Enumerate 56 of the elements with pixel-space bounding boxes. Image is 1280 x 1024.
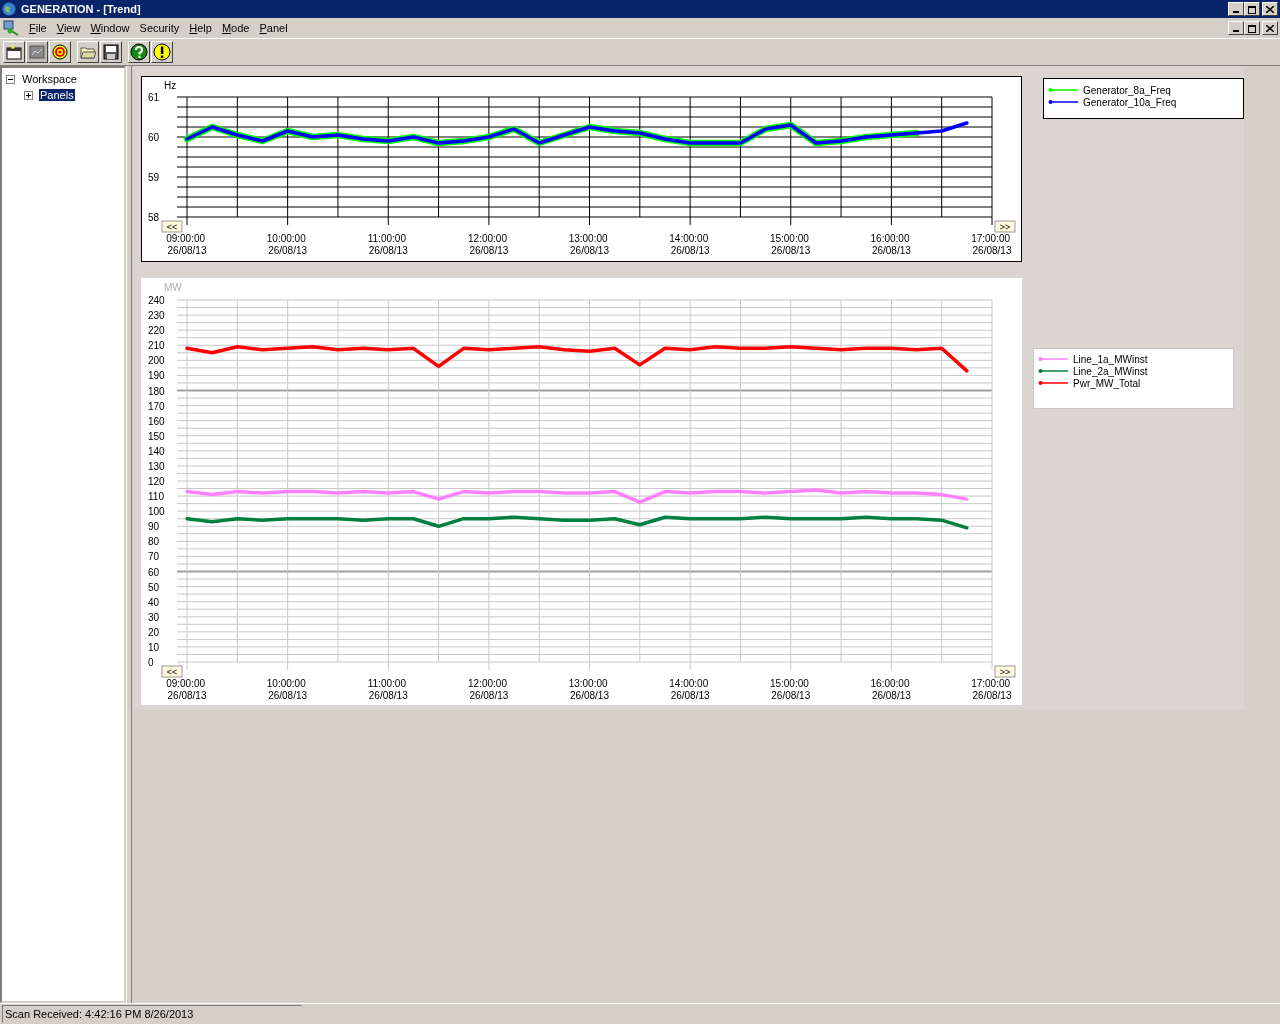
y-tick-label: 200 [148,355,165,367]
y-tick-label: 80 [148,536,160,548]
y-tick-label: 210 [148,340,165,352]
x-tick-label: 11:00:00 26/08/13 [367,678,408,701]
x-tick-label: 16:00:00 26/08/13 [870,233,911,256]
y-tick-label: 59 [148,172,160,183]
x-tick-label: 15:00:00 26/08/13 [769,233,811,256]
x-tick-label: 12:00:00 26/08/13 [468,233,509,256]
x-tick-label: 13:00:00 26/08/13 [568,233,609,256]
x-tick-label: 17:00:00 26/08/13 [971,233,1012,256]
legend-label: Generator_10a_Freq [1083,96,1177,108]
y-tick-label: 100 [148,506,165,518]
y-axis-unit: Hz [164,80,177,91]
y-tick-label: 220 [148,325,165,337]
y-tick-label: 61 [148,92,160,103]
y-tick-label: 240 [148,295,165,306]
legend-label: Pwr_MW_Total [1073,377,1141,389]
y-tick-label: 50 [148,581,160,593]
x-tick-label: 11:00:00 26/08/13 [367,233,408,256]
y-tick-label: 60 [148,566,160,578]
x-tick-label: 13:00:00 26/08/13 [568,678,609,701]
y-tick-label: 110 [148,491,164,503]
y-tick-label: 180 [148,385,165,397]
y-tick-label: 40 [148,596,160,608]
x-tick-label: 15:00:00 26/08/13 [769,678,811,701]
x-tick-label: 09:00:00 26/08/13 [166,678,207,701]
x-tick-label: 14:00:00 26/08/13 [669,233,710,256]
y-tick-label: 120 [148,476,165,487]
legend-label: Line_1a_MWinst [1073,353,1148,365]
y-tick-label: 140 [148,445,165,457]
y-tick-label: 160 [148,415,165,427]
x-tick-label: 10:00:00 26/08/13 [266,678,308,701]
status-text: Scan Received: 4:42:16 PM 8/26/2013 [2,1005,302,1023]
y-tick-label: 230 [148,310,165,322]
y-tick-label: 90 [148,521,160,533]
y-tick-label: 60 [148,132,160,143]
y-tick-label: 70 [148,551,160,563]
x-tick-label: 14:00:00 26/08/13 [669,678,710,701]
x-tick-label: 09:00:00 26/08/13 [166,233,207,256]
y-tick-label: 130 [148,460,165,472]
legend-label: Generator_8a_Freq [1083,84,1171,96]
x-tick-label: 16:00:00 26/08/13 [870,678,911,701]
y-axis-unit: MW [164,282,182,293]
y-tick-label: 190 [148,370,165,382]
y-tick-label: 170 [148,400,165,412]
window-title: GENERATION - [Trend] [21,3,142,15]
y-tick-label: 20 [148,626,160,638]
x-tick-label: 17:00:00 26/08/13 [971,678,1012,701]
y-tick-label: 30 [148,611,160,623]
y-tick-label: 150 [148,430,165,442]
y-tick-label: 0 [148,657,154,668]
y-tick-label: 58 [148,212,160,223]
y-tick-label: 10 [148,641,160,653]
x-tick-label: 10:00:00 26/08/13 [266,233,308,256]
legend-label: Line_2a_MWinst [1073,365,1148,377]
x-tick-label: 12:00:00 26/08/13 [468,678,509,701]
